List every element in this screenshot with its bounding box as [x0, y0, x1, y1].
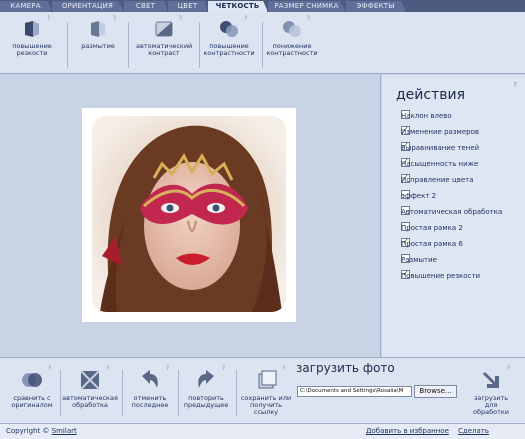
action-item[interactable]: Исправление цвета: [387, 172, 521, 186]
action-item[interactable]: Размытие: [387, 254, 521, 266]
auto-process-icon: ?: [78, 365, 109, 392]
upload-title: загрузить фото: [296, 361, 395, 375]
decrease-contrast-button[interactable]: ? понижение контрастности: [266, 15, 318, 72]
increase-contrast-button[interactable]: ? повышение контрастности: [202, 15, 256, 72]
tab-sharpness[interactable]: ЧЕТКОСТЬ: [208, 1, 268, 12]
tab-effects[interactable]: ЭФФЕКТЫ: [346, 1, 406, 12]
action-label: Простая рамка 2: [401, 224, 463, 232]
auto-process-button[interactable]: ? автоматическая обработка: [62, 365, 118, 409]
masked-woman-photo: [92, 116, 286, 312]
tab-orientation[interactable]: ОРИЕНТАЦИЯ: [52, 1, 124, 12]
action-label: Наклон влево: [401, 112, 452, 120]
photo-frame: [82, 108, 296, 322]
brand-link[interactable]: Smilart: [52, 427, 77, 435]
action-item[interactable]: Изменение размеров: [387, 124, 521, 138]
action-label: Насыщенность ниже: [401, 160, 479, 168]
action-item[interactable]: Простая рамка 6: [387, 236, 521, 250]
actions-title: действия: [396, 87, 466, 103]
action-item[interactable]: Наклон влево: [387, 110, 521, 122]
compare-icon: ?: [20, 365, 51, 392]
action-label: Выравнивание теней: [401, 144, 480, 152]
tab-light[interactable]: СВЕТ: [124, 1, 168, 12]
upload-submit-button[interactable]: ? загрузить для обработки: [466, 365, 516, 416]
decrease-contrast-icon: ?: [281, 15, 310, 40]
tab-photo-size[interactable]: РАЗМЕР СНИМКА: [268, 1, 346, 12]
action-item[interactable]: эффект 2: [387, 190, 521, 202]
action-item[interactable]: Повышение резкости: [387, 268, 521, 282]
save-icon: ?: [254, 365, 285, 392]
save-or-link-button[interactable]: ? сохранить или получить ссылку: [238, 365, 294, 416]
tab-strip: КАМЕРА ОРИЕНТАЦИЯ СВЕТ ЦВЕТ ЧЕТКОСТЬ РАЗ…: [0, 0, 525, 12]
action-label: Простая рамка 6: [401, 240, 463, 248]
action-item[interactable]: Автоматическая обработка: [387, 206, 521, 218]
footer: Copyright © Smilart Добавить в избранное…: [0, 423, 525, 439]
compare-original-button[interactable]: ? сравнить с оригиналом: [10, 365, 54, 409]
blur-icon: ?: [87, 15, 116, 40]
action-label: Изменение размеров: [401, 128, 479, 136]
action-item[interactable]: Выравнивание теней: [387, 140, 521, 154]
action-item[interactable]: Простая рамка 2: [387, 222, 521, 234]
undo-icon: ?: [138, 365, 169, 392]
image-canvas: [0, 75, 381, 357]
actions-panel: ? действия Наклон влево Изменение размеро…: [382, 75, 525, 357]
auto-contrast-icon: ?: [153, 15, 182, 40]
copyright: Copyright © Smilart: [6, 427, 77, 435]
sharpness-toolbar: ? повышение резкости ? размытие ? автома…: [0, 12, 525, 74]
tab-camera[interactable]: КАМЕРА: [0, 1, 52, 12]
bottom-toolbar: ? сравнить с оригиналом ? автоматическая…: [0, 357, 525, 423]
auto-contrast-button[interactable]: ? автоматический контраст: [136, 15, 192, 72]
action-label: Исправление цвета: [401, 176, 474, 184]
action-label: Автоматическая обработка: [401, 208, 503, 216]
make-home-link[interactable]: Сделать стартовой: [458, 424, 525, 439]
sharpen-button[interactable]: ? повышение резкости: [12, 15, 52, 72]
undo-button[interactable]: ? отменить последнее: [128, 365, 172, 409]
increase-contrast-icon: ?: [218, 15, 247, 40]
action-label: эффект 2: [401, 192, 437, 200]
actions-help-icon[interactable]: ?: [513, 81, 517, 89]
redo-button[interactable]: ? повторить предыдущее: [182, 365, 230, 409]
action-item[interactable]: Насыщенность ниже: [387, 156, 521, 170]
add-favorites-link[interactable]: Добавить в избранное: [366, 424, 449, 439]
tab-color[interactable]: ЦВЕТ: [168, 1, 208, 12]
upload-icon: ?: [479, 365, 510, 392]
sharpen-icon: ?: [21, 15, 50, 40]
redo-icon: ?: [194, 365, 225, 392]
action-label: Размытие: [401, 256, 437, 264]
file-path-input[interactable]: C:\Documents and Settings\Rosalia\M: [297, 386, 412, 397]
browse-button[interactable]: Browse...: [414, 385, 457, 398]
blur-button[interactable]: ? размытие: [78, 15, 118, 72]
action-label: Повышение резкости: [401, 272, 481, 280]
